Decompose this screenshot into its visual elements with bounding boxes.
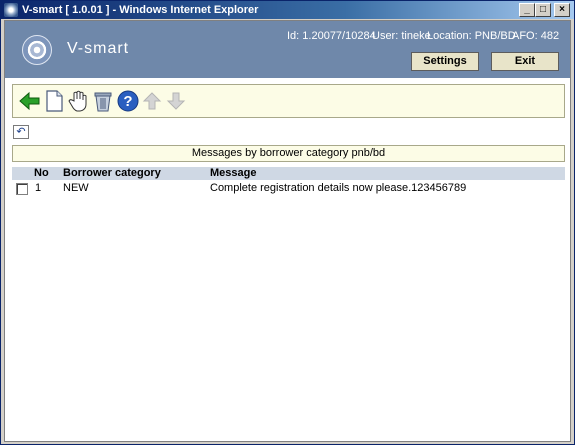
settings-button[interactable]: Settings [411, 52, 479, 71]
user-name: User: tineke [372, 30, 431, 42]
col-borrower-category: Borrower category [63, 167, 161, 179]
section-caption: Messages by borrower category pnb/bd [12, 145, 565, 162]
toolbar: ? [12, 84, 565, 118]
table-header: No Borrower category Message [12, 167, 565, 180]
move-down-icon [166, 92, 186, 110]
row-no: 1 [35, 182, 42, 194]
minimize-button[interactable]: _ [519, 3, 535, 17]
page-content: V-smart Id: 1.20077/10284 User: tineke L… [4, 20, 571, 442]
maximize-button[interactable]: □ [535, 3, 551, 17]
help-icon[interactable]: ? [116, 89, 140, 113]
move-up-icon [142, 92, 162, 110]
delete-trash-icon[interactable] [91, 89, 115, 113]
svg-text:?: ? [123, 93, 132, 110]
browser-window: V-smart [ 1.0.01 ] - Windows Internet Ex… [0, 0, 575, 445]
row-message: Complete registration details now please… [210, 182, 467, 194]
table-row[interactable]: 1 NEW Complete registration details now … [12, 182, 565, 195]
back-arrow-icon[interactable] [18, 89, 42, 113]
app-header: V-smart Id: 1.20077/10284 User: tineke L… [5, 21, 570, 78]
vsmart-logo-icon [22, 35, 52, 65]
ie-app-icon [4, 3, 18, 17]
undo-button[interactable]: ↶ [13, 125, 29, 139]
brand-name: V-smart [67, 40, 130, 57]
new-document-icon[interactable] [42, 89, 66, 113]
row-checkbox[interactable] [16, 183, 28, 195]
afo-number: AFO: 482 [512, 30, 560, 42]
row-category: NEW [63, 182, 89, 194]
col-no: No [34, 167, 49, 179]
exit-button[interactable]: Exit [491, 52, 559, 71]
close-button[interactable]: × [554, 3, 570, 17]
location: Location: PNB/BD [427, 30, 516, 42]
window-title: V-smart [ 1.0.01 ] - Windows Internet Ex… [22, 4, 259, 16]
session-id: Id: 1.20077/10284 [287, 30, 376, 42]
select-hand-icon[interactable] [66, 89, 90, 113]
col-message: Message [210, 167, 257, 179]
title-bar[interactable]: V-smart [ 1.0.01 ] - Windows Internet Ex… [1, 1, 574, 19]
